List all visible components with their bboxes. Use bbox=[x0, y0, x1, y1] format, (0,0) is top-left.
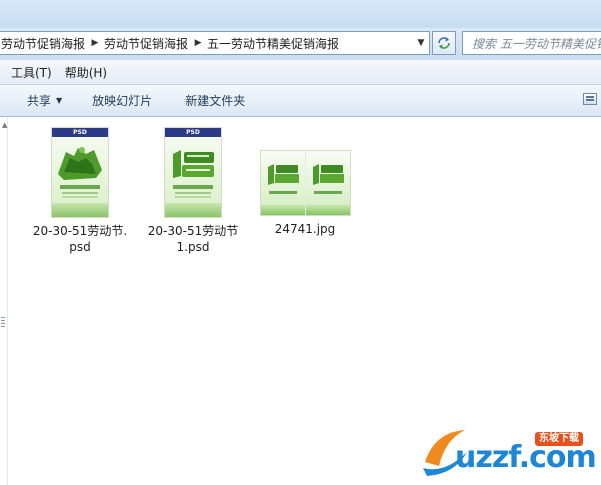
breadcrumb-item[interactable]: 劳动节促销海报 bbox=[102, 32, 191, 54]
file-name-line: psd bbox=[69, 240, 91, 254]
watermark-logo: 东坡下载 uzzf.com bbox=[415, 418, 601, 485]
poster-art-icon bbox=[58, 147, 102, 180]
poster-art-icon bbox=[312, 164, 344, 185]
file-name-line: 20-30-51劳动节. bbox=[32, 224, 128, 238]
breadcrumb-arrow-icon[interactable]: ▶ bbox=[191, 32, 205, 54]
file-name: 20-30-51劳动节. psd bbox=[30, 223, 130, 255]
poster-left-half bbox=[260, 151, 306, 215]
breadcrumb-item[interactable]: 劳动节促销海报 bbox=[0, 32, 88, 54]
window-title-strip bbox=[0, 0, 601, 28]
menu-help[interactable]: 帮助(H) bbox=[60, 64, 115, 81]
view-layout-icon[interactable] bbox=[583, 93, 597, 105]
splitter-grip-icon[interactable] bbox=[0, 317, 7, 329]
share-label: 共享 bbox=[27, 94, 52, 108]
poster-text-lines bbox=[175, 192, 211, 194]
search-input[interactable]: 搜索 五一劳动节精美促销海报 bbox=[462, 31, 601, 55]
slideshow-button[interactable]: 放映幻灯片 bbox=[92, 89, 152, 113]
search-placeholder: 搜索 五一劳动节精美促销海报 bbox=[472, 36, 601, 51]
command-bar: 共享 ▼ 放映幻灯片 新建文件夹 bbox=[0, 85, 601, 117]
address-row: 劳动节促销海报 ▶ 劳动节促销海报 ▶ 五一劳动节精美促销海报 ▼ 搜索 五一劳… bbox=[0, 28, 601, 60]
watermark-en: uzzf.com bbox=[455, 440, 597, 475]
poster-subtitle-bar bbox=[268, 191, 297, 194]
file-item-psd-1[interactable]: PSD 20-30-51劳动节. psd bbox=[30, 127, 130, 255]
chevron-down-icon[interactable]: ▼ bbox=[413, 32, 429, 54]
psd-thumbnail: PSD bbox=[164, 127, 222, 218]
poster-grass bbox=[165, 203, 221, 217]
poster-subtitle-bar bbox=[313, 191, 342, 194]
poster-subtitle-bar bbox=[173, 185, 213, 189]
psd-badge: PSD bbox=[52, 128, 108, 137]
poster-art-icon bbox=[173, 150, 214, 178]
scroll-up-icon[interactable]: ▲ bbox=[2, 121, 7, 129]
file-item-jpg[interactable]: 24741.jpg bbox=[255, 150, 355, 237]
new-folder-button[interactable]: 新建文件夹 bbox=[185, 89, 245, 113]
jpg-thumbnail bbox=[259, 150, 351, 216]
poster-grass bbox=[52, 203, 108, 217]
caret-down-icon: ▼ bbox=[56, 96, 63, 105]
poster-grass bbox=[260, 205, 305, 215]
address-bar[interactable]: 劳动节促销海报 ▶ 劳动节促销海报 ▶ 五一劳动节精美促销海报 ▼ bbox=[0, 31, 430, 55]
menu-tools[interactable]: 工具(T) bbox=[0, 64, 60, 81]
psd-badge: PSD bbox=[165, 128, 221, 137]
poster-grass bbox=[305, 205, 350, 215]
refresh-button[interactable] bbox=[432, 31, 456, 55]
new-folder-label: 新建文件夹 bbox=[185, 94, 246, 108]
navigation-pane-edge: ▲ bbox=[0, 117, 8, 485]
poster-text-lines bbox=[62, 192, 98, 194]
file-item-psd-2[interactable]: PSD 20-30-51劳动节 1.psd bbox=[143, 127, 243, 255]
poster-art-icon bbox=[267, 164, 299, 185]
refresh-icon bbox=[438, 37, 450, 49]
file-name: 20-30-51劳动节 1.psd bbox=[143, 223, 243, 255]
file-name-line: 1.psd bbox=[176, 240, 210, 254]
share-button[interactable]: 共享 ▼ bbox=[27, 89, 62, 113]
file-name-line: 24741.jpg bbox=[274, 222, 336, 236]
poster-right-half bbox=[305, 151, 350, 215]
file-name-line: 20-30-51劳动节 bbox=[147, 224, 239, 238]
breadcrumb-item[interactable]: 五一劳动节精美促销海报 bbox=[205, 32, 342, 54]
psd-thumbnail: PSD bbox=[51, 127, 109, 218]
file-name: 24741.jpg bbox=[255, 221, 355, 237]
poster-subtitle-bar bbox=[60, 185, 100, 189]
breadcrumb-arrow-icon[interactable]: ▶ bbox=[88, 32, 102, 54]
menu-bar: 工具(T) 帮助(H) bbox=[0, 60, 601, 85]
slideshow-label: 放映幻灯片 bbox=[92, 94, 153, 108]
